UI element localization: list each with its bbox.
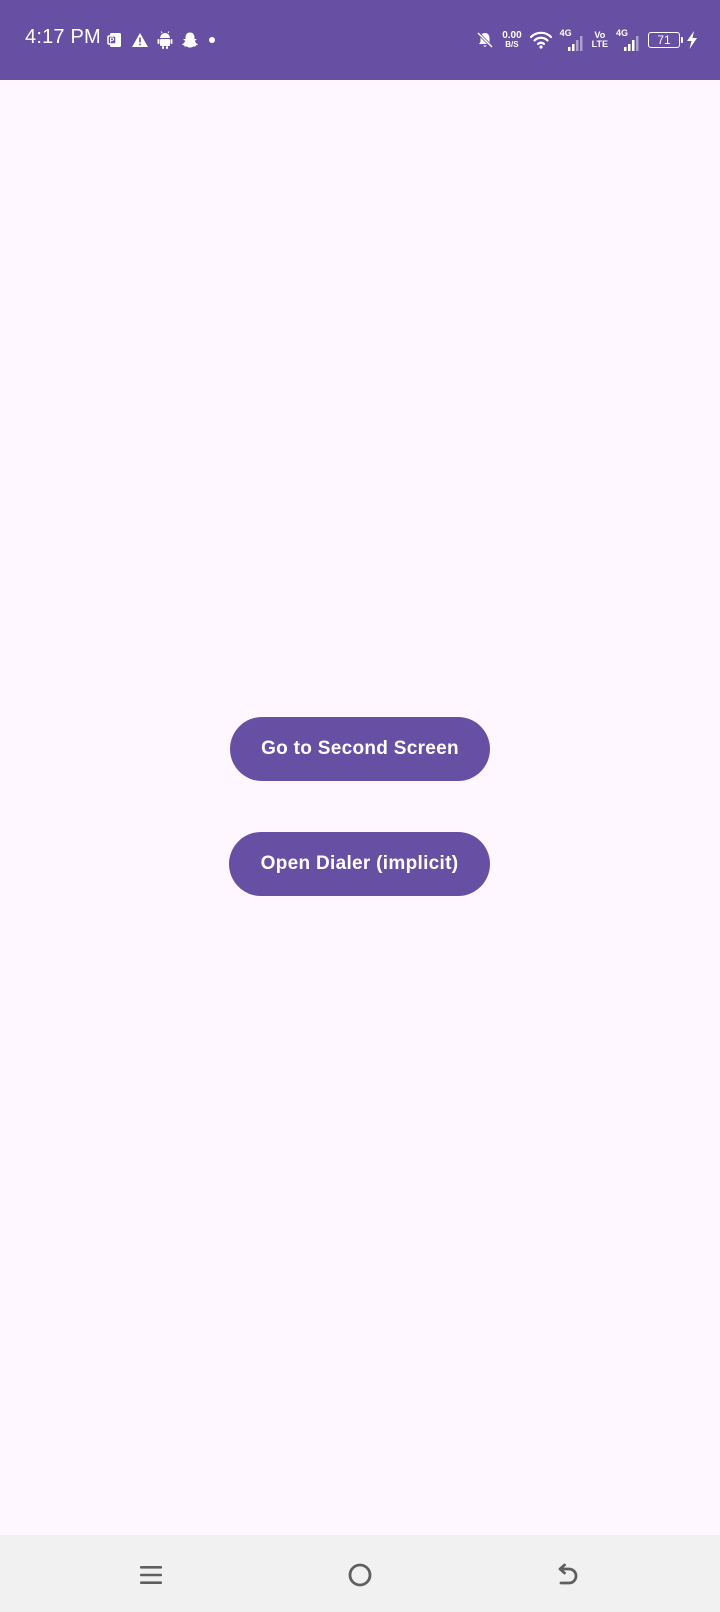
android-icon [157, 30, 173, 50]
signal-icon [624, 36, 639, 51]
home-button[interactable] [340, 1555, 380, 1595]
recent-apps-button[interactable] [131, 1555, 171, 1595]
snapchat-icon [181, 30, 199, 50]
home-icon [348, 1563, 372, 1587]
bell-off-icon [476, 31, 494, 49]
volte-indicator: Vo LTE [592, 31, 608, 49]
menu-icon [140, 1566, 162, 1584]
svg-text:P: P [110, 38, 115, 45]
battery-level: 71 [657, 33, 671, 47]
system-icons: 0.00 B/S 4G Vo LTE 4G 71 [468, 26, 698, 54]
sim2-signal: 4G [616, 29, 640, 51]
navigation-bar [0, 1535, 720, 1612]
battery-icon: 71 [648, 32, 683, 48]
dot-icon [207, 30, 217, 50]
volte-bottom: LTE [591, 39, 608, 49]
back-button[interactable] [548, 1555, 588, 1595]
back-icon [558, 1563, 578, 1585]
warning-icon [131, 30, 149, 50]
wifi-icon [529, 31, 552, 49]
status-bar: 4:17 PM P 0.00 B/S 4G Vo LTE 4G 71 [0, 0, 720, 80]
sim1-signal: 4G [560, 29, 584, 51]
net-speed-unit: B/S [505, 40, 519, 49]
net-speed: 0.00 B/S [502, 30, 522, 50]
notification-icons: P [107, 30, 225, 50]
pdf-icon: P [107, 30, 123, 50]
charging-icon [686, 31, 698, 49]
open-dialer-button[interactable]: Open Dialer (implicit) [229, 832, 490, 896]
signal-icon [567, 36, 583, 51]
go-to-second-screen-button[interactable]: Go to Second Screen [230, 717, 490, 781]
net-speed-value: 0.00 [502, 30, 522, 41]
status-time: 4:17 PM [25, 26, 101, 48]
